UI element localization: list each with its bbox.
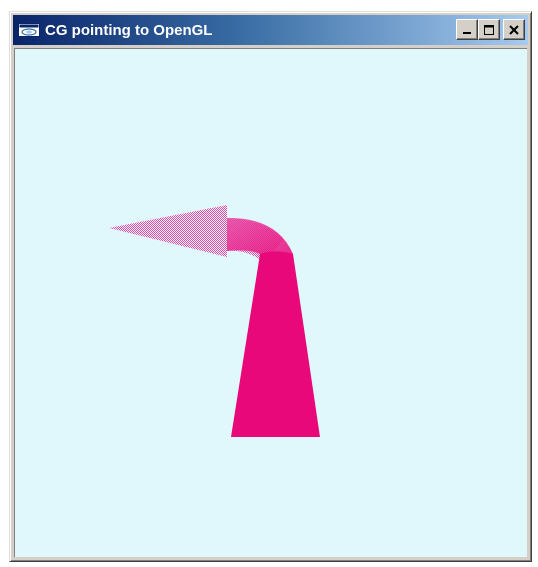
- maximize-button[interactable]: [478, 19, 500, 40]
- maximize-icon: [484, 24, 494, 35]
- minimize-button[interactable]: [456, 19, 478, 40]
- minimize-icon: [463, 31, 471, 34]
- window-title: CG pointing to OpenGL: [45, 21, 213, 39]
- curved-arrow: [109, 205, 320, 437]
- arrow-shaft: [231, 251, 320, 437]
- arrow-bend: [227, 217, 293, 254]
- title-bar[interactable]: CG pointing to OpenGL: [13, 15, 528, 45]
- window-controls: [456, 19, 525, 40]
- app-window: CG pointing to OpenGL: [9, 11, 532, 562]
- app-window-icon[interactable]: [17, 21, 41, 39]
- opengl-canvas[interactable]: [14, 48, 527, 557]
- close-button[interactable]: [503, 19, 525, 40]
- close-icon: [509, 24, 519, 35]
